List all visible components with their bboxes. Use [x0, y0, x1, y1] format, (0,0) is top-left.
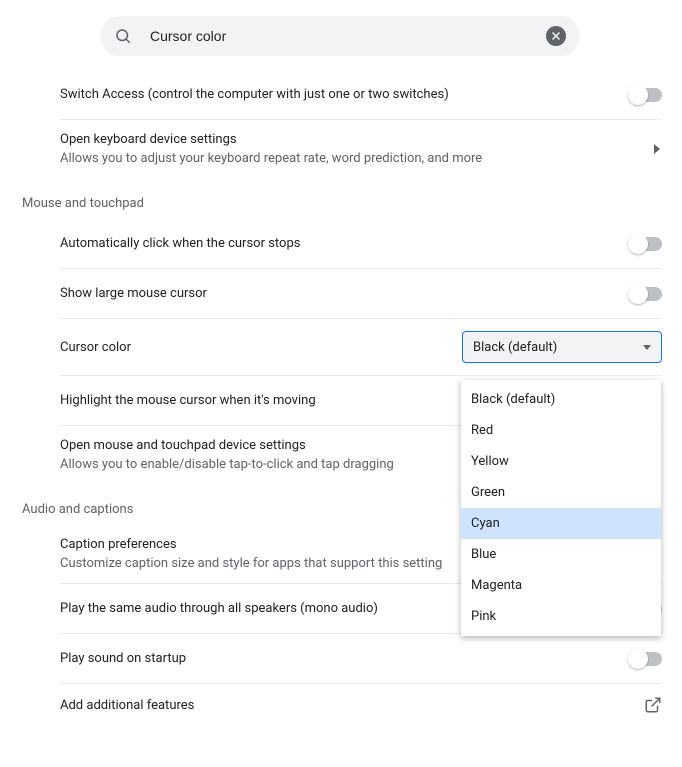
close-icon [550, 30, 562, 42]
keyboard-settings-row[interactable]: Open keyboard device settings Allows you… [60, 120, 662, 178]
search-input[interactable] [150, 28, 546, 44]
switch-access-row[interactable]: Switch Access (control the computer with… [60, 70, 662, 120]
cursor-color-select[interactable]: Black (default) [462, 331, 662, 363]
cursor-color-option[interactable]: Black (default) [461, 384, 661, 415]
auto-click-row[interactable]: Automatically click when the cursor stop… [60, 219, 662, 269]
add-features-label: Add additional features [60, 698, 632, 713]
chevron-right-icon [652, 144, 662, 154]
cursor-color-option[interactable]: Red [461, 415, 661, 446]
dropdown-caret-icon [643, 345, 651, 350]
cursor-color-row: Cursor color Black (default) [60, 319, 662, 376]
startup-sound-label: Play sound on startup [60, 651, 618, 666]
external-link-icon [644, 696, 662, 714]
cursor-color-option[interactable]: Yellow [461, 446, 661, 477]
cursor-color-dropdown[interactable]: Black (default)RedYellowGreenCyanBlueMag… [461, 380, 661, 636]
keyboard-settings-sub: Allows you to adjust your keyboard repea… [60, 151, 640, 166]
cursor-color-option[interactable]: Blue [461, 539, 661, 570]
add-features-row[interactable]: Add additional features [60, 684, 662, 714]
startup-sound-toggle[interactable] [630, 652, 662, 666]
search-clear-button[interactable] [546, 26, 566, 46]
large-cursor-label: Show large mouse cursor [60, 286, 618, 301]
cursor-color-option[interactable]: Pink [461, 601, 661, 632]
cursor-color-selected: Black (default) [473, 340, 643, 355]
large-cursor-row[interactable]: Show large mouse cursor [60, 269, 662, 319]
cursor-color-label: Cursor color [60, 340, 450, 355]
search-icon [114, 27, 132, 45]
section-mouse-touchpad: Mouse and touchpad [20, 178, 662, 219]
cursor-color-option[interactable]: Cyan [461, 508, 661, 539]
switch-access-label: Switch Access (control the computer with… [60, 87, 618, 102]
switch-access-toggle[interactable] [630, 88, 662, 102]
startup-sound-row[interactable]: Play sound on startup [60, 634, 662, 684]
large-cursor-toggle[interactable] [630, 287, 662, 301]
auto-click-toggle[interactable] [630, 237, 662, 251]
cursor-color-option[interactable]: Magenta [461, 570, 661, 601]
keyboard-settings-title: Open keyboard device settings [60, 132, 640, 147]
auto-click-label: Automatically click when the cursor stop… [60, 236, 618, 251]
cursor-color-option[interactable]: Green [461, 477, 661, 508]
search-box[interactable] [100, 16, 580, 56]
